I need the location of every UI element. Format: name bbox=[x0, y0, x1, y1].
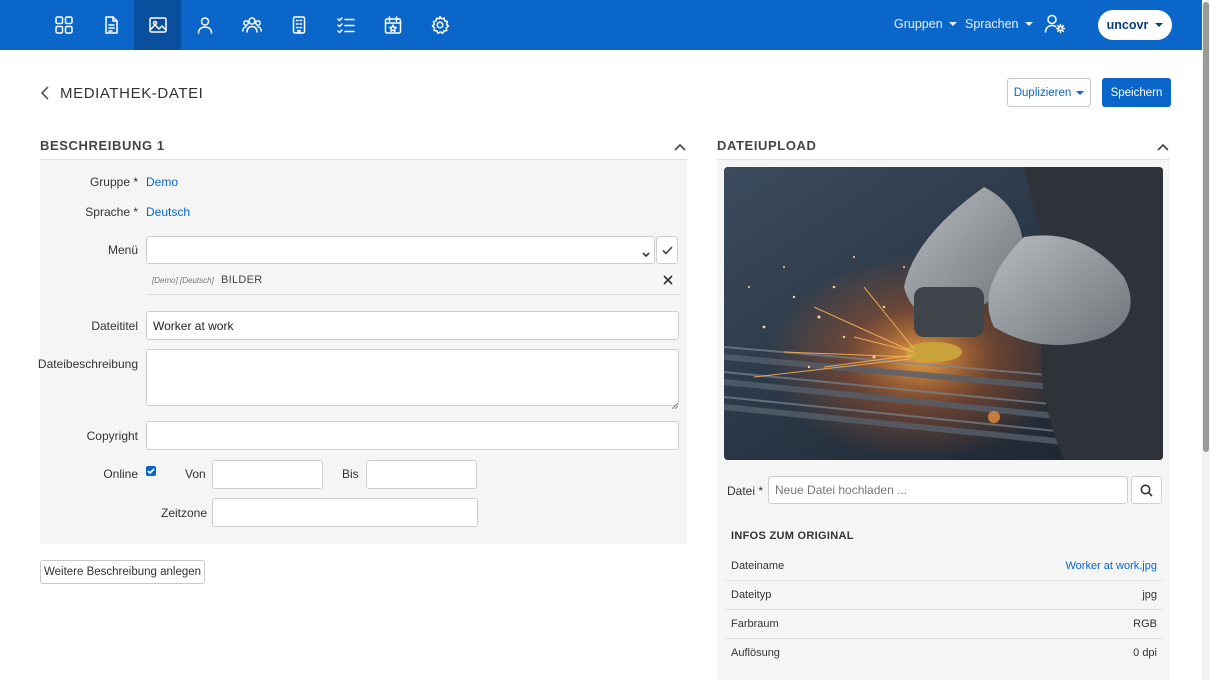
add-description-button[interactable]: Weitere Beschreibung anlegen bbox=[40, 560, 205, 584]
confirm-menu-button[interactable] bbox=[656, 236, 678, 264]
document-icon[interactable] bbox=[87, 0, 134, 50]
online-label: Online bbox=[103, 467, 138, 481]
gear-icon[interactable] bbox=[416, 0, 463, 50]
timezone-label: Zeitzone bbox=[161, 506, 208, 520]
file-upload-placeholder: Neue Datei hochladen ... bbox=[775, 483, 908, 497]
file-description-label: Dateibeschreibung bbox=[37, 357, 138, 371]
info-key: Dateityp bbox=[731, 589, 772, 601]
info-row-filetype: Dateityp jpg bbox=[726, 581, 1162, 610]
duplicate-label: Duplizieren bbox=[1013, 86, 1072, 99]
file-title-value: Worker at work bbox=[153, 318, 234, 333]
duplicate-button[interactable]: Duplizieren bbox=[1007, 78, 1091, 107]
page-title: MEDIATHEK-DATEI bbox=[60, 85, 204, 102]
building-icon[interactable] bbox=[275, 0, 322, 50]
upload-section-title: DATEIUPLOAD bbox=[717, 138, 817, 153]
caret-down-icon bbox=[1024, 22, 1033, 26]
from-date-input[interactable] bbox=[212, 460, 323, 489]
worker-grinding-photo bbox=[724, 167, 1163, 460]
checklist-icon[interactable] bbox=[322, 0, 369, 50]
languages-dropdown[interactable]: Sprachen bbox=[965, 17, 1033, 31]
users-icon[interactable] bbox=[228, 0, 275, 50]
caret-down-icon bbox=[1155, 23, 1164, 27]
caret-down-icon bbox=[1076, 90, 1085, 95]
account-menu-button[interactable]: uncovr bbox=[1098, 10, 1172, 40]
language-value-link[interactable]: Deutsch bbox=[146, 205, 190, 219]
groups-label: Gruppen bbox=[894, 17, 943, 31]
language-label: Sprache * bbox=[85, 205, 138, 219]
file-browse-button[interactable] bbox=[1131, 476, 1162, 504]
info-row-filename: Dateiname Worker at work.jpg bbox=[726, 552, 1162, 581]
group-value-link[interactable]: Demo bbox=[146, 175, 178, 189]
page-scrollbar-thumb[interactable] bbox=[1203, 2, 1209, 452]
save-button[interactable]: Speichern bbox=[1102, 78, 1171, 107]
back-chevron-icon[interactable] bbox=[38, 85, 52, 101]
info-row-resolution: Auflösung 0 dpi bbox=[726, 639, 1162, 668]
image-icon[interactable] bbox=[134, 0, 181, 50]
remove-menu-item-icon[interactable] bbox=[663, 274, 673, 285]
caret-down-icon bbox=[948, 22, 957, 26]
top-navigation-bar: Gruppen Sprachen uncovr bbox=[0, 0, 1210, 50]
info-value: jpg bbox=[1142, 589, 1157, 601]
to-label: Bis bbox=[342, 467, 359, 481]
dashboard-icon[interactable] bbox=[40, 0, 87, 50]
account-label: uncovr bbox=[1106, 18, 1149, 32]
user-settings-icon[interactable] bbox=[1044, 13, 1068, 37]
filename-link[interactable]: Worker at work.jpg bbox=[1066, 560, 1158, 572]
file-title-input[interactable]: Worker at work bbox=[146, 311, 679, 340]
copyright-label: Copyright bbox=[86, 429, 138, 443]
check-icon bbox=[661, 245, 673, 255]
groups-dropdown[interactable]: Gruppen bbox=[894, 17, 957, 31]
user-icon[interactable] bbox=[181, 0, 228, 50]
info-row-colorspace: Farbraum RGB bbox=[726, 610, 1162, 639]
info-value: RGB bbox=[1133, 618, 1157, 630]
info-value: 0 dpi bbox=[1133, 647, 1157, 659]
collapse-chevron-icon[interactable] bbox=[1157, 140, 1169, 151]
calendar-icon[interactable] bbox=[369, 0, 416, 50]
timezone-input[interactable] bbox=[212, 498, 478, 527]
search-icon bbox=[1140, 484, 1153, 497]
file-upload-input[interactable]: Neue Datei hochladen ... bbox=[768, 476, 1128, 504]
from-label: Von bbox=[185, 467, 206, 481]
group-label: Gruppe * bbox=[89, 175, 138, 189]
menu-label: Menü bbox=[107, 243, 138, 257]
check-icon bbox=[147, 468, 155, 474]
uploaded-image-preview bbox=[724, 167, 1163, 460]
chevron-down-icon bbox=[642, 247, 650, 258]
online-checkbox[interactable] bbox=[146, 466, 156, 476]
to-date-input[interactable] bbox=[366, 460, 477, 489]
file-label: Datei * bbox=[727, 484, 764, 498]
menu-item-prefix: [Demo] [Deutsch] bbox=[152, 276, 214, 285]
file-title-label: Dateititel bbox=[91, 319, 138, 333]
collapse-chevron-icon[interactable] bbox=[674, 140, 686, 151]
menu-select[interactable] bbox=[146, 236, 655, 264]
copyright-input[interactable] bbox=[146, 421, 679, 450]
original-info-title: INFOS ZUM ORIGINAL bbox=[731, 530, 854, 542]
languages-label: Sprachen bbox=[965, 17, 1019, 31]
info-key: Dateiname bbox=[731, 560, 785, 572]
file-description-textarea[interactable] bbox=[146, 349, 679, 406]
info-key: Auflösung bbox=[731, 647, 780, 659]
info-key: Farbraum bbox=[731, 618, 779, 630]
menu-item-name: BILDER bbox=[221, 274, 263, 286]
assigned-menu-item: [Demo] [Deutsch] BILDER bbox=[146, 266, 680, 295]
resize-handle-icon[interactable] bbox=[671, 398, 679, 410]
description-section-title: BESCHREIBUNG 1 bbox=[40, 138, 165, 153]
